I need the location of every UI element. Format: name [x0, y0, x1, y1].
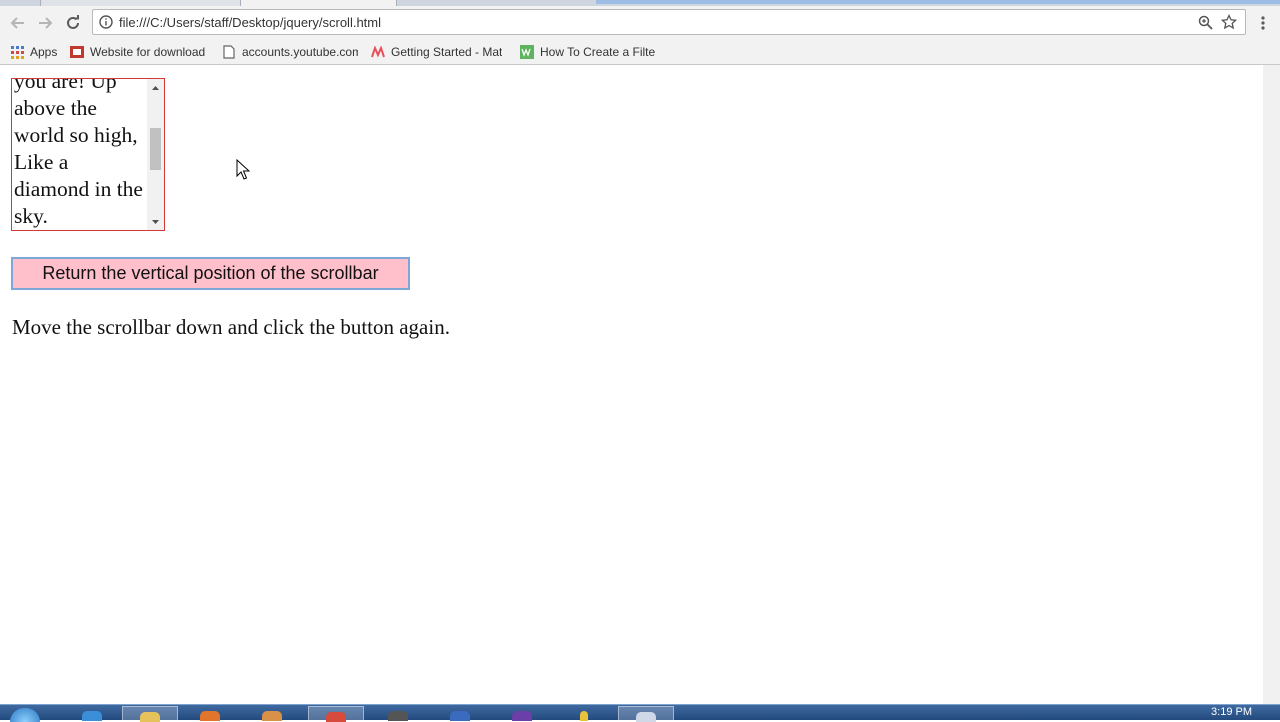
bookmark-star-icon[interactable]	[1221, 14, 1237, 30]
menu-button[interactable]	[1252, 12, 1274, 34]
chrome-icon	[326, 712, 346, 722]
bookmark-label: How To Create a Filte	[540, 45, 656, 59]
instruction-text: Move the scrollbar down and click the bu…	[12, 315, 450, 339]
scroll-box-text: you are! Up above the world so high, Lik…	[14, 78, 143, 228]
materialize-icon	[371, 45, 385, 59]
scroll-up-button[interactable]	[147, 79, 164, 96]
reload-button[interactable]	[62, 12, 84, 34]
arrow-down-icon	[152, 219, 159, 224]
forward-arrow-icon	[39, 17, 53, 29]
bookmark-label: Apps	[30, 45, 58, 59]
window-icon	[636, 712, 656, 722]
return-scroll-position-button[interactable]: Return the vertical position of the scro…	[11, 257, 410, 290]
scroll-box-scrollbar[interactable]	[147, 79, 164, 230]
windows-taskbar: 3:19 PM	[0, 704, 1280, 722]
bookmark-accounts-youtube[interactable]: accounts.youtube.com	[222, 43, 358, 61]
reload-icon	[67, 15, 79, 29]
info-icon[interactable]	[98, 14, 114, 30]
page-content: you are! Up above the world so high, Lik…	[0, 65, 1263, 704]
apps-grid-icon	[10, 45, 24, 59]
url-text[interactable]: file:///C:/Users/staff/Desktop/jquery/sc…	[119, 15, 381, 30]
kebab-menu-icon	[1261, 16, 1265, 30]
forward-button[interactable]	[34, 12, 56, 34]
taskbar-media[interactable]	[494, 706, 550, 721]
bookmark-label: Website for download	[90, 45, 206, 59]
taskbar-notes[interactable]	[556, 706, 612, 721]
scrollable-div[interactable]: you are! Up above the world so high, Lik…	[11, 78, 165, 231]
site-favicon-icon	[70, 45, 84, 59]
taskbar-firefox[interactable]	[182, 706, 238, 721]
back-button[interactable]	[7, 12, 29, 34]
bookmark-label: Getting Started - Mat	[391, 45, 503, 59]
mouse-pointer-icon	[236, 159, 250, 180]
taskbar-explorer[interactable]	[122, 706, 178, 722]
bookmarks-bar: Apps Website for download accounts.youtu…	[0, 40, 1280, 65]
bookmark-label: accounts.youtube.com	[242, 45, 358, 59]
bookmark-website-for-download[interactable]: Website for download	[70, 43, 208, 61]
taskbar-clock[interactable]: 3:19 PM	[1211, 706, 1252, 718]
folder-icon	[140, 712, 160, 722]
page-icon	[222, 45, 236, 59]
tab-strip-highlight	[596, 0, 1280, 4]
bookmark-getting-started[interactable]: Getting Started - Mat	[371, 43, 507, 61]
zoom-icon[interactable]	[1197, 14, 1213, 30]
w3schools-icon	[520, 45, 534, 59]
bookmark-apps[interactable]: Apps	[10, 43, 62, 61]
taskbar-tool[interactable]	[370, 706, 426, 721]
arrow-up-icon	[152, 85, 159, 90]
back-arrow-icon	[10, 17, 24, 29]
start-button[interactable]	[0, 706, 50, 722]
bookmark-how-to-create-filter[interactable]: How To Create a Filte	[520, 43, 656, 61]
scroll-box-thumb[interactable]	[150, 128, 161, 170]
address-bar[interactable]: file:///C:/Users/staff/Desktop/jquery/sc…	[92, 9, 1246, 35]
taskbar-ie[interactable]	[64, 706, 120, 721]
taskbar-app[interactable]	[244, 706, 300, 721]
taskbar-chrome[interactable]	[308, 706, 364, 722]
scroll-down-button[interactable]	[147, 213, 164, 230]
browser-toolbar: file:///C:/Users/staff/Desktop/jquery/sc…	[0, 6, 1280, 40]
page-scrollbar[interactable]	[1263, 65, 1280, 704]
taskbar-window[interactable]	[618, 706, 674, 722]
taskbar-word[interactable]	[432, 706, 488, 721]
